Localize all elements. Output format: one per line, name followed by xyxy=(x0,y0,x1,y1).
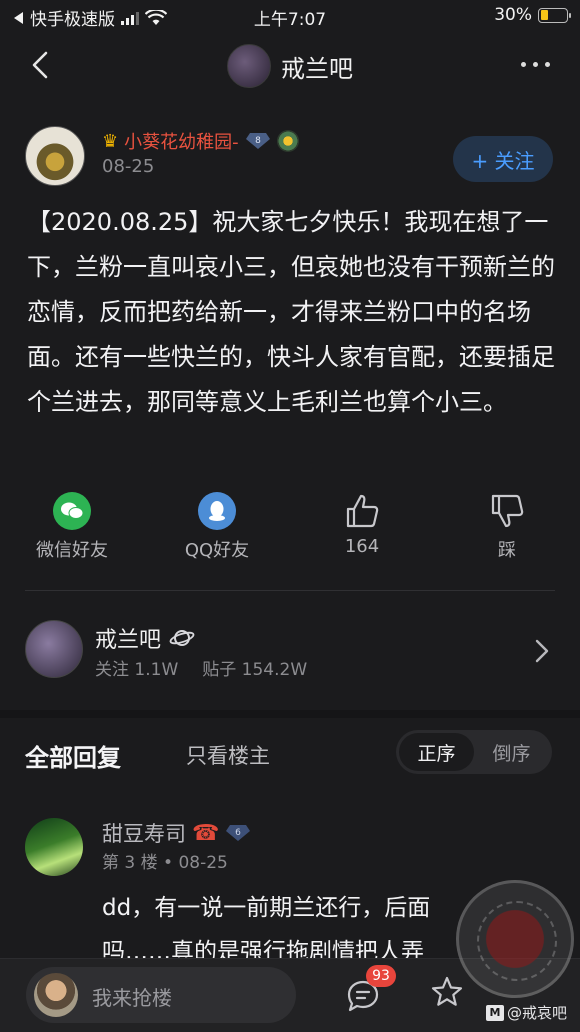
forum-card[interactable]: 戒兰吧 关注 1.1W 贴子 154.2W xyxy=(0,612,580,698)
forum-stats: 关注 1.1W 贴子 154.2W xyxy=(95,655,307,680)
forum-card-avatar xyxy=(25,620,83,678)
wechat-icon xyxy=(53,492,91,530)
reply-name-row: 甜豆寿司 ☎ 6 xyxy=(102,818,251,848)
thumbs-up-icon xyxy=(343,492,381,530)
section-separator xyxy=(0,710,580,718)
wechat-label: 微信好友 xyxy=(36,540,108,561)
forum-name-row: 戒兰吧 xyxy=(95,622,195,654)
like-count: 164 xyxy=(344,536,380,557)
post-date: 08-25 xyxy=(102,156,155,177)
nav-title[interactable]: 戒兰吧 xyxy=(281,49,353,84)
thumbs-down-icon xyxy=(488,492,526,530)
forum-posts: 贴子 154.2W xyxy=(202,660,308,680)
action-row: 微信好友 QQ好友 164 踩 xyxy=(0,492,580,572)
reply-avatar[interactable] xyxy=(25,818,83,876)
sunflower-badge-icon xyxy=(276,130,299,152)
comment-count-badge: 93 xyxy=(366,965,396,987)
planet-icon xyxy=(169,630,195,646)
like-button[interactable]: 164 xyxy=(307,492,417,557)
battery-percent: 30% xyxy=(494,5,532,25)
qq-label: QQ好友 xyxy=(184,540,250,561)
forum-followers: 关注 1.1W xyxy=(95,660,179,680)
forum-name: 戒兰吧 xyxy=(95,628,162,653)
star-icon[interactable] xyxy=(430,975,464,1009)
watermark-tag: M @戒哀吧 xyxy=(486,1002,567,1023)
watermark-seal xyxy=(456,880,574,998)
clock: 上午7:07 xyxy=(253,10,327,30)
nav-bar: 戒兰吧 xyxy=(0,32,580,98)
battery-icon xyxy=(538,7,571,23)
author-name[interactable]: 小葵花幼稚园- xyxy=(124,128,239,154)
tab-owner-only[interactable]: 只看楼主 xyxy=(186,740,270,770)
level-gem-icon: 8 xyxy=(245,132,271,150)
reply-author-name[interactable]: 甜豆寿司 xyxy=(102,818,186,848)
phone-badge-icon: ☎ xyxy=(192,820,220,846)
reply-level-number: 6 xyxy=(236,828,242,838)
share-wechat-button[interactable]: 微信好友 xyxy=(17,492,127,562)
status-bar: 快手极速版 上午7:07 30% xyxy=(0,0,580,32)
sort-toggle: 正序 倒序 xyxy=(396,730,552,774)
reply-placeholder: 我来抢楼 xyxy=(92,986,172,1010)
reply-input[interactable]: 我来抢楼 xyxy=(26,967,296,1023)
sort-descending-button[interactable]: 倒序 xyxy=(474,733,549,771)
divider xyxy=(25,590,555,591)
my-avatar xyxy=(34,973,78,1017)
chevron-right-icon[interactable] xyxy=(534,638,550,664)
nav-title-group[interactable]: 戒兰吧 xyxy=(0,44,580,88)
crown-icon: ♛ xyxy=(102,130,119,152)
watermark-text: @戒哀吧 xyxy=(507,1004,568,1022)
share-qq-button[interactable]: QQ好友 xyxy=(162,492,272,562)
level-gem-icon: 6 xyxy=(225,824,251,842)
qq-icon xyxy=(198,492,236,530)
reply-tabs: 全部回复 只看楼主 正序 倒序 xyxy=(0,720,580,786)
post-header: ♛ 小葵花幼稚园- 8 08-25 + 关注 xyxy=(0,120,580,190)
more-dots-icon[interactable] xyxy=(521,62,550,67)
level-number: 8 xyxy=(255,136,261,146)
reply-meta: 第 3 楼 • 08-25 xyxy=(102,853,228,873)
watermark-logo: M xyxy=(486,1004,504,1021)
sort-ascending-button[interactable]: 正序 xyxy=(399,733,474,771)
author-avatar[interactable] xyxy=(25,126,85,186)
dislike-label: 踩 xyxy=(498,540,516,561)
follow-button[interactable]: + 关注 xyxy=(453,136,553,182)
author-name-row: ♛ 小葵花幼稚园- 8 xyxy=(102,128,299,154)
dislike-button[interactable]: 踩 xyxy=(452,492,562,562)
follow-label: + 关注 xyxy=(471,148,535,173)
tab-all-replies[interactable]: 全部回复 xyxy=(25,738,121,773)
forum-avatar[interactable] xyxy=(227,44,271,88)
post-content: 【2020.08.25】祝大家七夕快乐！我现在想了一下，兰粉一直叫哀小三，但哀她… xyxy=(27,208,555,416)
